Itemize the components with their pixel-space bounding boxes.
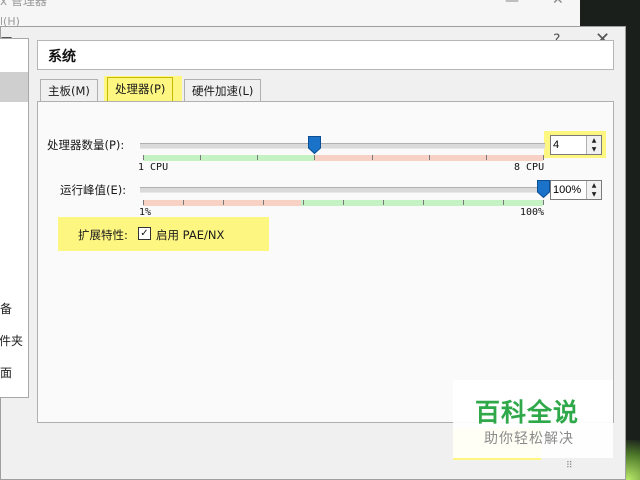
spin-down-icon[interactable]: ▼ bbox=[587, 190, 601, 199]
background-close-icon[interactable]: ✕ bbox=[552, 0, 564, 8]
slider-tick bbox=[200, 155, 202, 160]
tab-bar: 主板(M) 处理器(P) 硬件加速(L) bbox=[37, 76, 614, 103]
slider-tick bbox=[343, 200, 344, 205]
execution-cap-spinbox[interactable]: ▲ ▼ bbox=[550, 180, 602, 200]
extended-features-label: 扩展特性: bbox=[78, 228, 128, 242]
cap-min-label: 1% bbox=[139, 207, 152, 218]
slider-tick bbox=[428, 155, 430, 160]
watermark-title: 百科全说 bbox=[475, 398, 580, 427]
nav-item-user-interface[interactable]: 面 bbox=[0, 364, 12, 381]
cpu-count-slider-ticks bbox=[143, 155, 544, 160]
execution-cap-label: 运行峰值(E): bbox=[60, 183, 127, 197]
tab-motherboard[interactable]: 主板(M) bbox=[40, 79, 98, 101]
slider-tick bbox=[223, 200, 224, 205]
nav-item-storage[interactable]: 备 bbox=[0, 300, 12, 317]
slider-tick bbox=[485, 155, 487, 160]
background-window-title: x 管理器 bbox=[0, 0, 47, 8]
spin-up-icon[interactable]: ▲ bbox=[587, 136, 601, 145]
cpu-count-label: 处理器数量(P): bbox=[47, 138, 125, 152]
slider-tick bbox=[314, 155, 316, 160]
nav-item-system-selected[interactable] bbox=[0, 72, 28, 102]
slider-tick bbox=[303, 200, 304, 205]
execution-cap-slider-ticks bbox=[143, 200, 544, 205]
cpu-min-label: 1 CPU bbox=[138, 162, 169, 173]
tab-processor[interactable]: 处理器(P) bbox=[107, 77, 174, 102]
cpu-count-spin-arrows: ▲ ▼ bbox=[586, 136, 601, 154]
cap-max-label: 100% bbox=[520, 207, 545, 218]
spin-down-icon[interactable]: ▼ bbox=[587, 145, 601, 154]
slider-tick bbox=[143, 200, 144, 205]
section-header: 系统 bbox=[37, 40, 614, 70]
slider-tick bbox=[143, 155, 144, 160]
resize-grip-icon[interactable]: ⠿ bbox=[566, 461, 573, 471]
watermark-subtitle: 助你轻松解决 bbox=[484, 431, 574, 447]
slider-tick bbox=[183, 200, 184, 205]
pae-nx-checkbox[interactable]: ✓ bbox=[138, 227, 151, 240]
cpu-count-slider-thumb[interactable] bbox=[308, 136, 322, 154]
slider-tick bbox=[257, 155, 259, 160]
pae-nx-label[interactable]: 启用 PAE/NX bbox=[156, 227, 224, 243]
cpu-count-slider-track[interactable] bbox=[140, 143, 545, 149]
slider-tick bbox=[263, 200, 264, 205]
tab-acceleration[interactable]: 硬件加速(L) bbox=[184, 79, 262, 101]
slider-tick bbox=[383, 200, 384, 205]
cpu-count-spinbox[interactable]: ▲ ▼ bbox=[550, 135, 602, 155]
slider-tick bbox=[503, 200, 504, 205]
slider-tick bbox=[463, 200, 464, 205]
execution-cap-slider-track[interactable] bbox=[140, 187, 545, 193]
settings-nav-panel: 备 件夹 面 bbox=[0, 38, 29, 398]
execution-cap-spin-arrows: ▲ ▼ bbox=[586, 181, 601, 199]
slider-tick bbox=[543, 200, 544, 205]
cpu-count-input[interactable] bbox=[553, 137, 581, 153]
nav-item-shared-folders[interactable]: 件夹 bbox=[0, 332, 23, 349]
slider-tick bbox=[543, 155, 544, 160]
slider-tick bbox=[423, 200, 424, 205]
execution-cap-input[interactable] bbox=[553, 182, 587, 198]
slider-tick bbox=[371, 155, 373, 160]
execution-cap-slider-thumb[interactable] bbox=[537, 180, 550, 198]
spin-up-icon[interactable]: ▲ bbox=[587, 181, 601, 190]
section-title: 系统 bbox=[48, 49, 76, 65]
cpu-max-label: 8 CPU bbox=[514, 162, 545, 173]
minimize-icon[interactable]: — bbox=[505, 0, 519, 9]
